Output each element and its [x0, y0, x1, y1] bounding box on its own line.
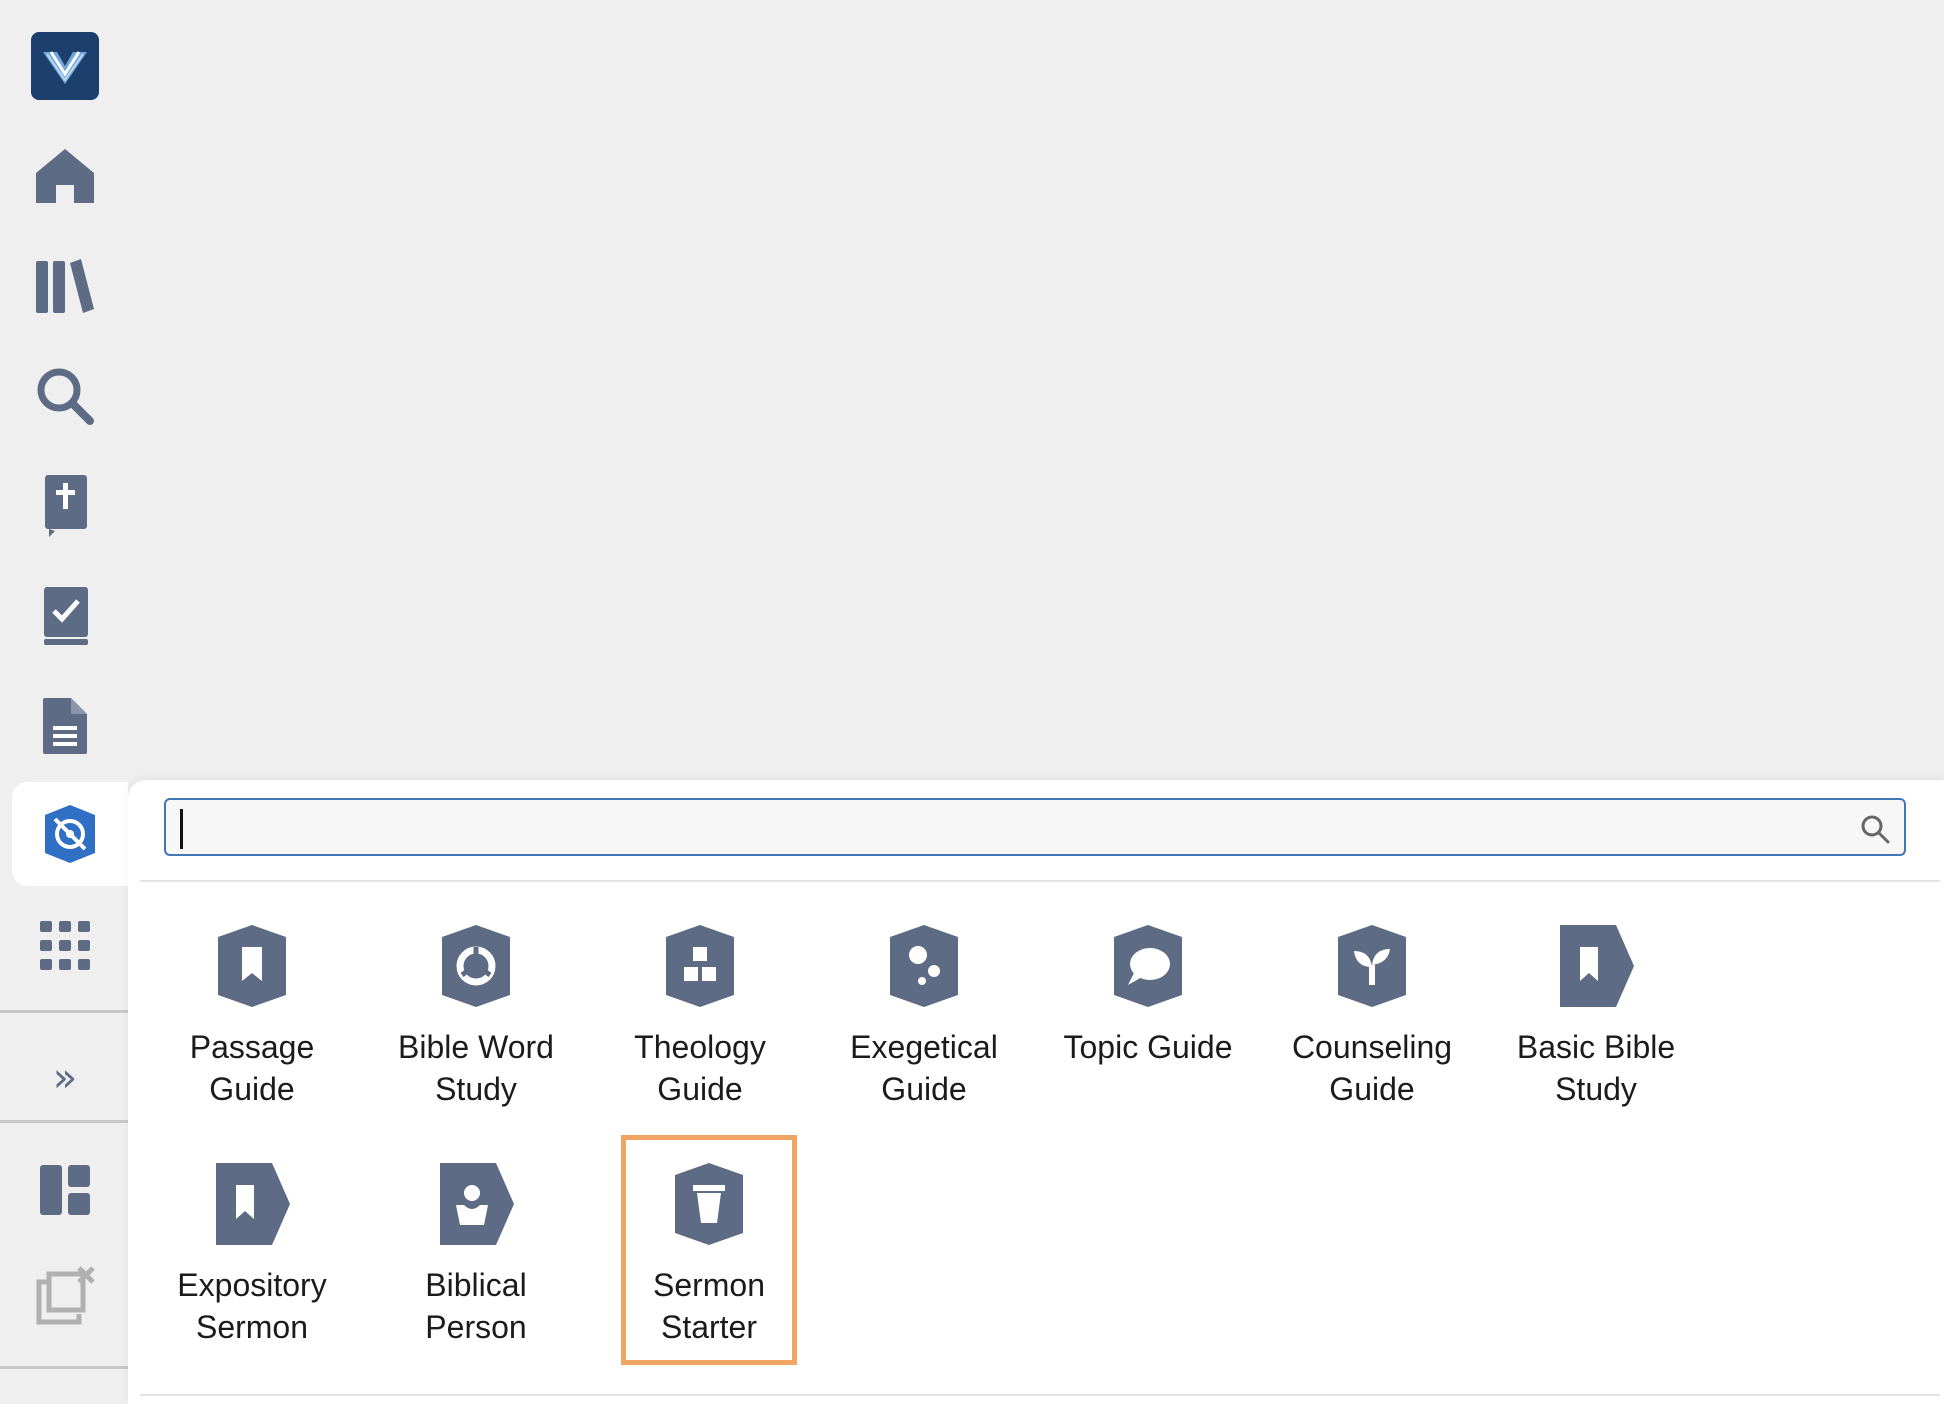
guide-label: Topic Guide: [1063, 1029, 1233, 1065]
guide-search-box[interactable]: [164, 798, 1906, 856]
sidebar-divider: [0, 1120, 128, 1123]
bookmark-hex-icon: [218, 925, 286, 1007]
sidebar-item-reading-plan[interactable]: [12, 564, 118, 668]
sidebar-item-apps[interactable]: [12, 894, 118, 998]
text-caret: [180, 809, 183, 849]
dots-hex-icon: [890, 925, 958, 1007]
cup-hex-icon: [675, 1163, 743, 1245]
sprout-hex-icon: [1338, 925, 1406, 1007]
guides-icon: [45, 805, 95, 863]
guide-biblical-person[interactable]: Biblical Person: [388, 1148, 564, 1358]
person-tag-icon: [440, 1163, 514, 1245]
divider: [140, 1394, 1940, 1396]
guide-label: Theology Guide: [634, 1029, 766, 1107]
divider: [140, 880, 1940, 882]
layout-icon: [40, 1165, 90, 1215]
home-icon: [36, 149, 94, 203]
sidebar-item-home[interactable]: [12, 124, 118, 228]
logo-icon: [31, 32, 99, 100]
sidebar-item-layouts[interactable]: [12, 1138, 118, 1242]
guide-label: Biblical Person: [425, 1267, 527, 1345]
bookmark-tag-icon: [1560, 925, 1634, 1007]
sidebar-item-guides[interactable]: [12, 782, 128, 886]
guide-label: Sermon Starter: [652, 1267, 766, 1345]
sidebar-item-library[interactable]: [12, 234, 118, 338]
guides-panel: Passage Guide Bible Word Study Theology …: [128, 780, 1944, 1404]
guide-label: Expository Sermon: [177, 1267, 327, 1345]
guide-label: Basic Bible Study: [1516, 1029, 1676, 1107]
guide-label: Bible Word Study: [398, 1029, 554, 1107]
double-chevron-right-icon: »: [52, 1055, 78, 1101]
guide-sermon-starter[interactable]: Sermon Starter: [621, 1135, 797, 1365]
sidebar-item-bible[interactable]: [12, 454, 118, 558]
search-icon[interactable]: [1860, 814, 1890, 844]
bookmark-tag-icon: [216, 1163, 290, 1245]
guide-theology-guide[interactable]: Theology Guide: [612, 910, 788, 1120]
app-logo[interactable]: [12, 14, 118, 118]
sidebar: »: [0, 0, 128, 1404]
sidebar-expand-button[interactable]: »: [12, 1026, 118, 1130]
search-icon: [37, 368, 94, 425]
checkbook-icon: [44, 587, 88, 645]
sidebar-item-close-panels[interactable]: [12, 1244, 118, 1348]
sidebar-divider: [0, 1010, 128, 1013]
sidebar-item-documents[interactable]: [12, 674, 118, 778]
speech-bubble-hex-icon: [1114, 925, 1182, 1007]
guide-passage-guide[interactable]: Passage Guide: [164, 910, 340, 1120]
bible-icon: [45, 475, 87, 537]
guide-exegetical-guide[interactable]: Exegetical Guide: [836, 910, 1012, 1120]
guide-label: Exegetical Guide: [850, 1029, 998, 1107]
guide-expository-sermon[interactable]: Expository Sermon: [164, 1148, 340, 1358]
sidebar-item-search[interactable]: [12, 344, 118, 448]
guide-search-input[interactable]: [176, 804, 1840, 852]
guide-basic-bible-study[interactable]: Basic Bible Study: [1508, 910, 1684, 1120]
guide-topic-guide[interactable]: Topic Guide: [1060, 910, 1236, 1120]
guide-label: Passage Guide: [189, 1029, 315, 1107]
grid-icon: [40, 921, 90, 970]
sidebar-divider: [0, 1366, 128, 1369]
guide-bible-word-study[interactable]: Bible Word Study: [388, 910, 564, 1120]
close-windows-icon: [36, 1266, 95, 1325]
guide-counseling-guide[interactable]: Counseling Guide: [1284, 910, 1460, 1120]
blocks-hex-icon: [666, 925, 734, 1007]
document-icon: [43, 698, 87, 754]
library-icon: [36, 259, 94, 313]
word-study-hex-icon: [442, 925, 510, 1007]
guide-label: Counseling Guide: [1291, 1029, 1453, 1107]
